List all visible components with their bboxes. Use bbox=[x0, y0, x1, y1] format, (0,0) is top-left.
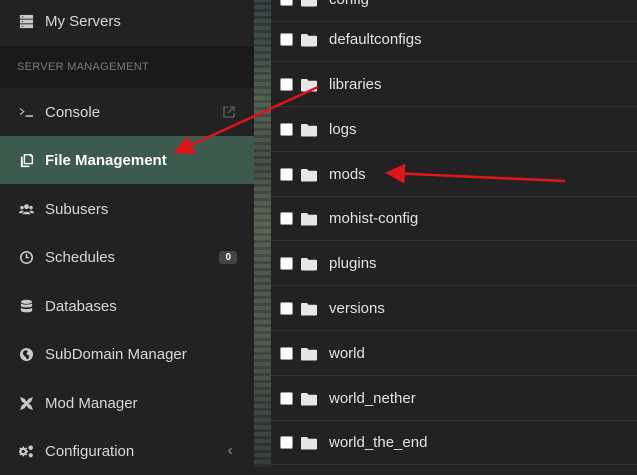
sidebar-item-label: Console bbox=[45, 103, 101, 121]
file-checkbox[interactable] bbox=[280, 392, 293, 405]
sidebar-item-mod-manager[interactable]: Mod Manager bbox=[0, 379, 254, 427]
file-name[interactable]: world bbox=[329, 345, 365, 362]
globe-icon bbox=[18, 346, 34, 362]
sidebar-item-label: Databases bbox=[45, 297, 117, 315]
folder-icon bbox=[301, 33, 317, 47]
folder-icon bbox=[301, 347, 317, 361]
terminal-icon bbox=[18, 104, 34, 120]
folder-icon bbox=[301, 392, 317, 406]
file-row[interactable]: libraries bbox=[271, 63, 637, 107]
file-name[interactable]: defaultconfigs bbox=[329, 31, 422, 48]
cogs-icon bbox=[18, 443, 34, 459]
file-checkbox[interactable] bbox=[280, 212, 293, 225]
schedules-count-badge: 0 bbox=[219, 250, 237, 264]
section-header-server-management: SERVER MANAGEMENT bbox=[0, 46, 254, 88]
sidebar-item-subdomain-manager[interactable]: SubDomain Manager bbox=[0, 330, 254, 378]
file-name[interactable]: world_the_end bbox=[329, 434, 427, 451]
sidebar-item-console[interactable]: Console bbox=[0, 88, 254, 136]
file-name[interactable]: config bbox=[329, 0, 369, 8]
file-checkbox[interactable] bbox=[280, 257, 293, 270]
sidebar-item-label: File Management bbox=[45, 151, 167, 169]
database-icon bbox=[18, 298, 34, 314]
file-row[interactable]: world_the_end bbox=[271, 421, 637, 465]
sidebar: My Servers SERVER MANAGEMENT Console Fil… bbox=[0, 0, 254, 467]
file-row[interactable]: world bbox=[271, 332, 637, 376]
file-row[interactable]: mods bbox=[271, 153, 637, 197]
file-checkbox[interactable] bbox=[280, 436, 293, 449]
file-checkbox[interactable] bbox=[280, 78, 293, 91]
file-checkbox[interactable] bbox=[280, 302, 293, 315]
file-name[interactable]: libraries bbox=[329, 76, 382, 93]
background-image-strip bbox=[254, 0, 271, 467]
file-row[interactable]: plugins bbox=[271, 242, 637, 286]
mod-icon bbox=[18, 395, 34, 411]
file-row[interactable]: defaultconfigs bbox=[271, 18, 637, 62]
sidebar-item-label: Configuration bbox=[45, 442, 135, 460]
clock-icon bbox=[18, 249, 34, 265]
file-checkbox[interactable] bbox=[280, 0, 293, 6]
file-checkbox[interactable] bbox=[280, 347, 293, 360]
sidebar-item-label: Schedules bbox=[45, 248, 116, 266]
file-name[interactable]: plugins bbox=[329, 255, 377, 272]
users-icon bbox=[18, 201, 34, 217]
sidebar-item-label: Subusers bbox=[45, 200, 109, 218]
folder-icon bbox=[301, 212, 317, 226]
sidebar-item-subusers[interactable]: Subusers bbox=[0, 185, 254, 233]
sidebar-item-label: SubDomain Manager bbox=[45, 345, 187, 363]
file-row[interactable]: versions bbox=[271, 287, 637, 331]
file-checkbox[interactable] bbox=[280, 168, 293, 181]
folder-icon bbox=[301, 436, 317, 450]
folder-icon bbox=[301, 168, 317, 182]
sidebar-item-label: My Servers bbox=[45, 12, 121, 30]
file-name[interactable]: mohist-config bbox=[329, 210, 418, 227]
folder-icon bbox=[301, 0, 317, 7]
folder-icon bbox=[301, 123, 317, 137]
sidebar-item-label: Mod Manager bbox=[45, 394, 138, 412]
sidebar-item-file-management[interactable]: File Management bbox=[0, 136, 254, 184]
file-row[interactable]: logs bbox=[271, 108, 637, 152]
files-icon bbox=[18, 152, 34, 168]
file-name[interactable]: logs bbox=[329, 121, 357, 138]
sidebar-item-schedules[interactable]: Schedules 0 bbox=[0, 233, 254, 281]
sidebar-item-databases[interactable]: Databases bbox=[0, 282, 254, 330]
file-list: config defaultconfigs libraries logs mod… bbox=[271, 0, 637, 467]
folder-icon bbox=[301, 78, 317, 92]
file-name[interactable]: mods bbox=[329, 166, 366, 183]
file-row[interactable]: mohist-config bbox=[271, 197, 637, 241]
sidebar-item-my-servers[interactable]: My Servers bbox=[0, 0, 254, 45]
file-row[interactable]: world_nether bbox=[271, 377, 637, 421]
file-name[interactable]: world_nether bbox=[329, 390, 416, 407]
folder-icon bbox=[301, 257, 317, 271]
external-link-icon[interactable] bbox=[222, 105, 236, 119]
file-checkbox[interactable] bbox=[280, 123, 293, 136]
file-name[interactable]: versions bbox=[329, 300, 385, 317]
file-checkbox[interactable] bbox=[280, 33, 293, 46]
sidebar-item-configuration[interactable]: Configuration ‹ bbox=[0, 427, 254, 475]
server-list-icon bbox=[18, 13, 34, 29]
folder-icon bbox=[301, 302, 317, 316]
chevron-left-icon[interactable]: ‹ bbox=[228, 442, 233, 460]
